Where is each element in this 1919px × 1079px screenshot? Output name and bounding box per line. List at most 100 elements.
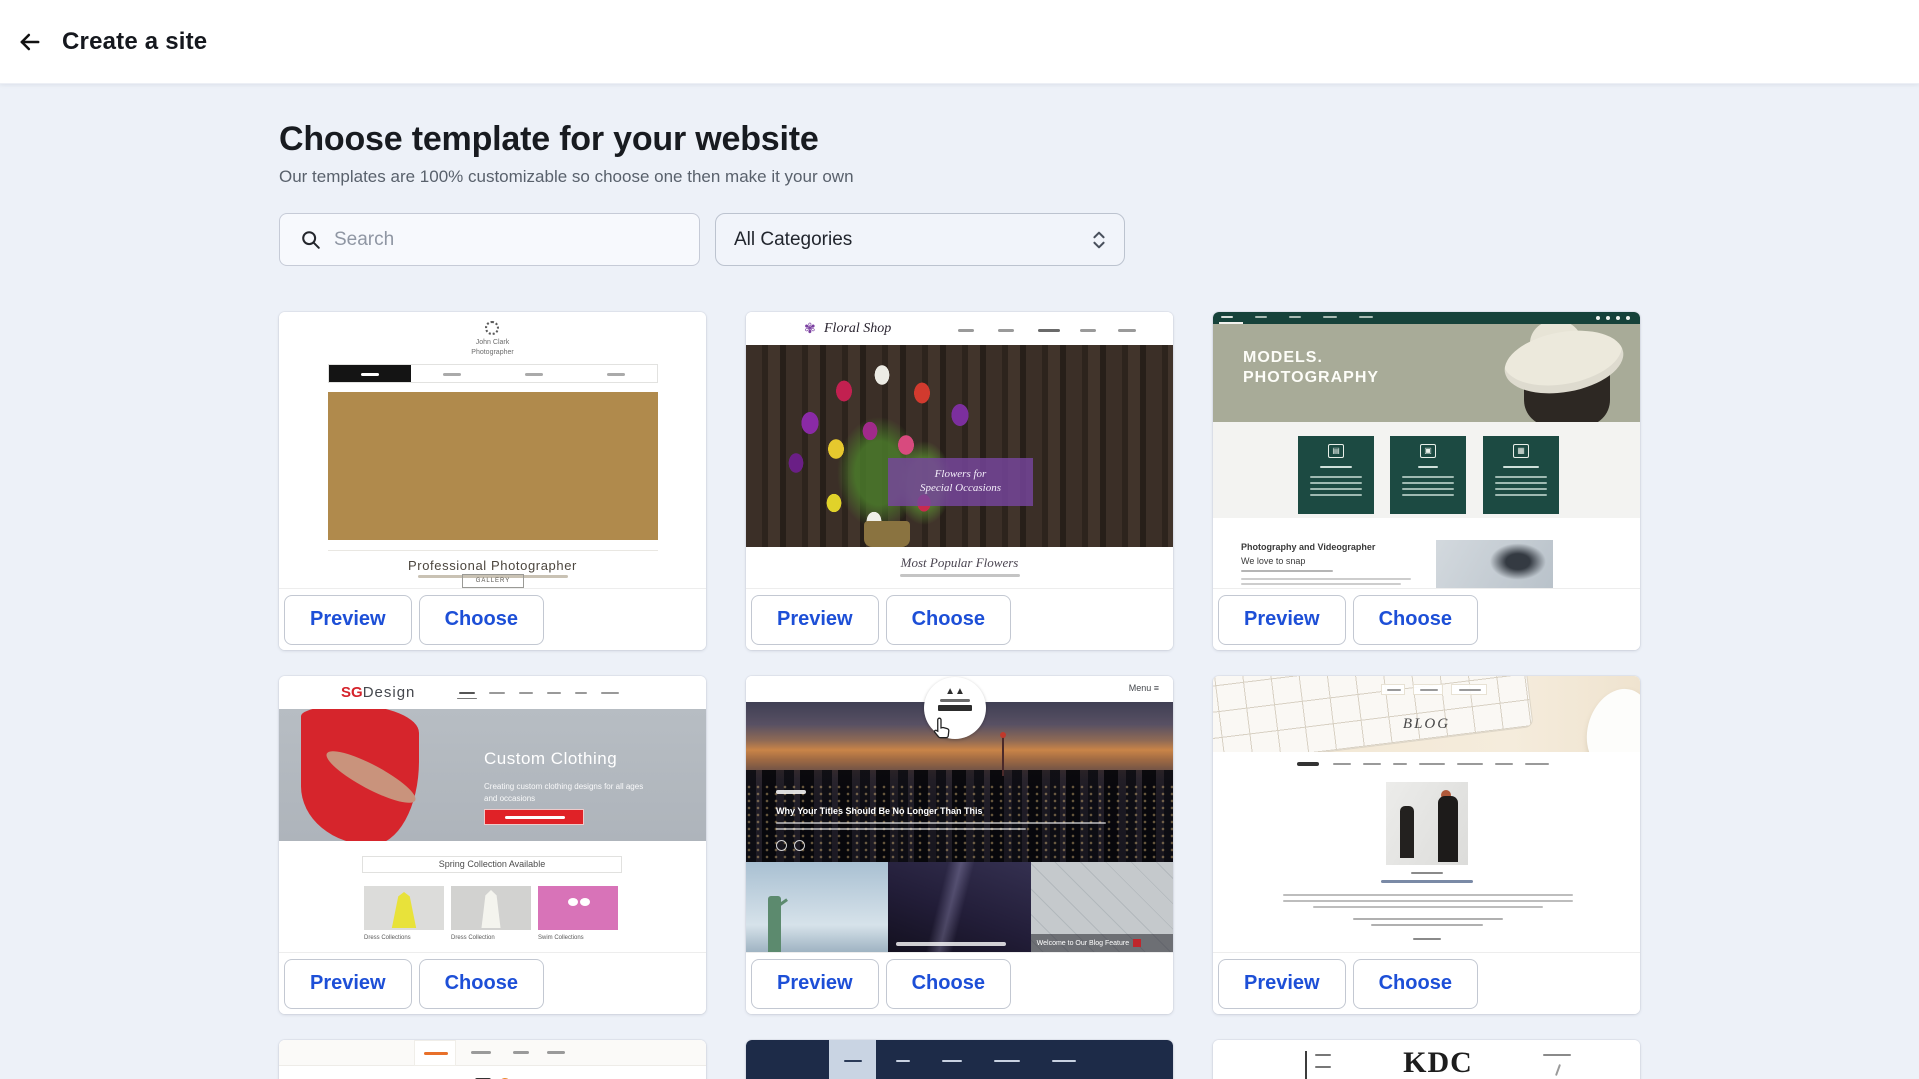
template-thumb-blog[interactable]: BLOG [1213, 676, 1640, 952]
thumb-nav-chip [1413, 684, 1443, 695]
text-placeholder [471, 1051, 491, 1054]
thumb-navbar [1213, 312, 1640, 324]
text-placeholder [958, 329, 974, 332]
template-thumb-sg-design[interactable]: SGDesign Custom Clothing Creating custom… [279, 676, 706, 952]
swimsuit [568, 898, 578, 906]
thumb-caption-band: Welcome to Our Blog Feature [1031, 934, 1173, 952]
thumb-nav-chip [1451, 684, 1487, 695]
text-placeholder [1393, 763, 1407, 765]
text-placeholder [900, 574, 1020, 577]
divider [328, 550, 658, 551]
active-tab [414, 1040, 456, 1066]
video-icon: ▤ [1328, 444, 1344, 458]
app-header: Create a site [0, 0, 1919, 84]
social-icon [1606, 316, 1610, 320]
thumb-brand: Floral Shop [824, 321, 891, 337]
product-caption: Dress Collection [451, 935, 495, 941]
text-placeholder [1080, 329, 1096, 332]
preview-button[interactable]: Preview [751, 959, 879, 1009]
text-placeholder [940, 699, 970, 702]
choose-button[interactable]: Choose [419, 595, 544, 645]
clothing-hero: Custom Clothing Creating custom clothing… [279, 709, 706, 841]
template-thumb-partial-1[interactable] [279, 1040, 706, 1079]
tower-spire [1002, 736, 1004, 776]
filter-controls: All Categories [279, 213, 1919, 266]
preview-button[interactable]: Preview [284, 595, 412, 645]
text-placeholder [1457, 763, 1483, 765]
template-thumb-floral[interactable]: ✾ Floral Shop Flowers for Special Occasi… [746, 312, 1173, 588]
text-placeholder [1495, 494, 1547, 496]
tower-light [1000, 732, 1006, 738]
choose-button[interactable]: Choose [1353, 595, 1478, 645]
active-tab-underline [457, 698, 477, 699]
text-placeholder [443, 373, 461, 376]
thumb-red-button [484, 809, 584, 825]
text-placeholder [1359, 316, 1373, 318]
main-content: Choose template for your website Our tem… [0, 120, 1919, 1079]
text-placeholder [1052, 1060, 1076, 1062]
preview-button[interactable]: Preview [751, 595, 879, 645]
white-dress [477, 890, 505, 928]
search-box [279, 213, 700, 266]
search-input[interactable] [334, 229, 664, 251]
text-placeholder [1459, 689, 1481, 691]
text-placeholder [1310, 488, 1362, 490]
text-placeholder [1320, 466, 1352, 468]
tulip-hero-photo: Flowers for Special Occasions [746, 345, 1173, 547]
hero-sub-line: Creating custom clothing designs for all… [484, 781, 643, 793]
preview-button[interactable]: Preview [284, 959, 412, 1009]
template-thumb-models[interactable]: MODELS. PHOTOGRAPHY ▤ ▣ [1213, 312, 1640, 588]
choose-button[interactable]: Choose [1353, 959, 1478, 1009]
milky-way [922, 862, 976, 952]
thumb-nav-item [575, 365, 657, 382]
overlay-line: Flowers for [935, 468, 987, 482]
text-placeholder [1402, 482, 1454, 484]
text-placeholder [1402, 494, 1454, 496]
template-thumb-partial-3[interactable]: KDC [1213, 1040, 1640, 1079]
template-thumb-photographer[interactable]: John Clark Photographer Professional Pho… [279, 312, 706, 588]
product-caption: Swim Collections [538, 935, 584, 941]
back-button[interactable] [8, 20, 52, 64]
text-placeholder [1313, 906, 1543, 908]
choose-button[interactable]: Choose [886, 959, 1011, 1009]
template-card-partial-3: KDC Preview Choose [1213, 1040, 1640, 1079]
text-placeholder [1310, 476, 1362, 478]
text-placeholder [513, 1051, 529, 1054]
template-card-partial-2: Preview Choose [746, 1040, 1173, 1079]
text-placeholder [1371, 924, 1483, 926]
social-icon [1616, 316, 1620, 320]
template-thumb-partial-2[interactable] [746, 1040, 1173, 1079]
text-placeholder [1495, 763, 1513, 765]
text-placeholder [1310, 494, 1362, 496]
preview-button[interactable]: Preview [1218, 959, 1346, 1009]
hero-line: MODELS. [1243, 348, 1379, 368]
text-placeholder [998, 329, 1014, 332]
feature-boxes-section: ▤ ▣ [1213, 422, 1640, 518]
choose-button[interactable]: Choose [419, 959, 544, 1009]
template-thumb-travel[interactable]: Menu ≡ ▲▲ Why Your Titles Should Be [746, 676, 1173, 952]
template-card-floral: ✾ Floral Shop Flowers for Special Occasi… [746, 312, 1173, 650]
statue-of-liberty-photo [746, 862, 888, 952]
choose-button[interactable]: Choose [886, 595, 1011, 645]
thumb-hero-title: BLOG [1213, 716, 1640, 733]
text-placeholder [1402, 488, 1454, 490]
text-placeholder [424, 1052, 448, 1055]
thumb-hero-title: Custom Clothing [484, 749, 617, 769]
text-placeholder [1315, 1066, 1331, 1068]
swimsuit [580, 898, 590, 906]
category-select[interactable]: All Categories [715, 213, 1125, 266]
text-placeholder [896, 1060, 910, 1062]
red-badge [1133, 939, 1141, 947]
text-placeholder [1038, 329, 1060, 332]
text-placeholder [519, 692, 533, 694]
text-placeholder [505, 816, 565, 819]
desk-hero-photo: BLOG [1213, 676, 1640, 752]
text-placeholder [1495, 476, 1547, 478]
arrow-left-icon [16, 28, 44, 56]
text-placeholder [1333, 763, 1351, 765]
thumb-brand: SGDesign [341, 684, 415, 701]
text-placeholder [1555, 1064, 1561, 1076]
thumb-navbar [328, 364, 658, 383]
preview-button[interactable]: Preview [1218, 595, 1346, 645]
text-placeholder [1241, 570, 1333, 572]
